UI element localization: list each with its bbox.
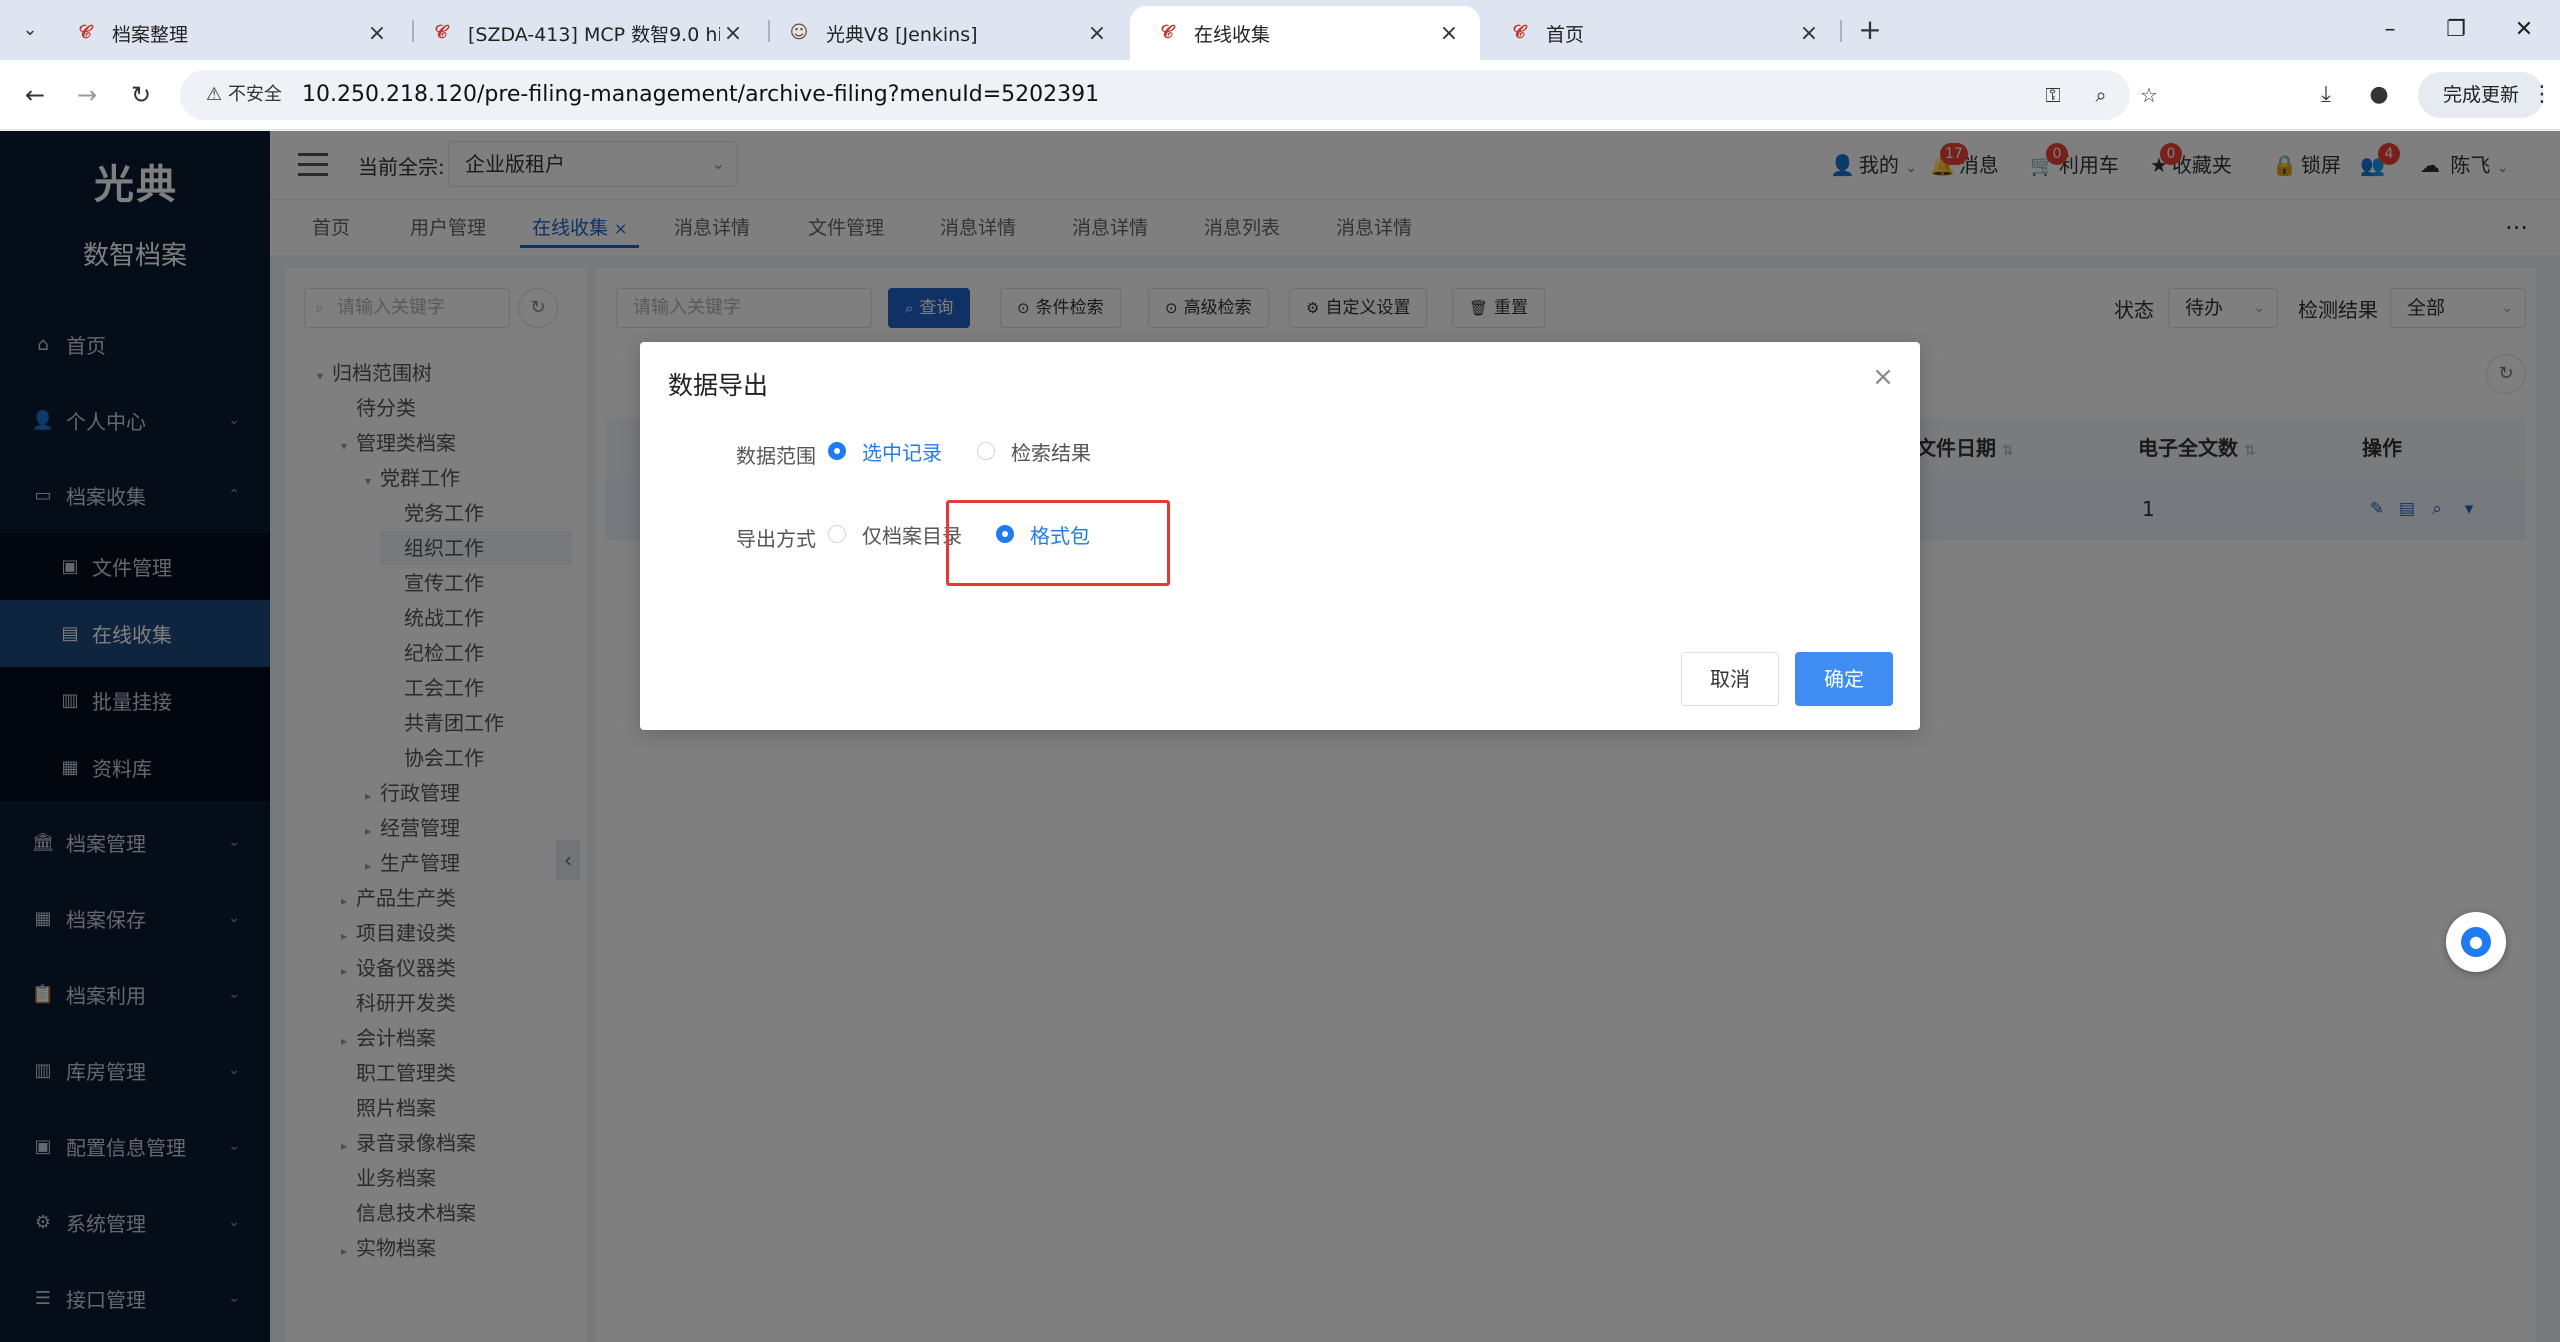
close-icon[interactable]: ×: [1868, 362, 1898, 392]
url-text[interactable]: 10.250.218.120/pre-filing-management/arc…: [302, 80, 1099, 110]
radio-dot: [828, 442, 846, 460]
security-label: 不安全: [227, 84, 282, 105]
data-range-label: 数据范围: [736, 444, 816, 468]
forward-arrow-icon[interactable]: →: [68, 76, 106, 114]
radio-dot: [828, 525, 846, 543]
reload-icon[interactable]: ↻: [122, 76, 160, 114]
guangdian-favicon-icon: 𝒞: [1512, 22, 1526, 43]
browser-tab-4-active[interactable]: 𝒞 在线收集 ×: [1130, 6, 1480, 60]
tab-close-icon[interactable]: ×: [1084, 21, 1110, 46]
browser-menu-icon[interactable]: ⋮: [2530, 78, 2554, 112]
tab-title: 在线收集: [1194, 23, 1271, 46]
restore-icon[interactable]: ❐: [2436, 12, 2476, 48]
modal-overlay[interactable]: [0, 131, 2560, 1342]
tab-search-chevron-icon[interactable]: ⌄: [18, 18, 42, 42]
tab-title: 首页: [1546, 23, 1585, 46]
guangdian-favicon-icon: 𝒞: [78, 22, 92, 43]
tab-title: [SZDA-413] MCP 数智9.0 hibi: [468, 23, 720, 46]
tab-close-icon[interactable]: ×: [720, 21, 746, 46]
tab-title: 档案整理: [112, 23, 189, 46]
cancel-button[interactable]: 取消: [1681, 652, 1779, 706]
tab-title: 光典V8 [Jenkins]: [826, 23, 978, 46]
minimize-icon[interactable]: –: [2370, 12, 2410, 48]
floating-assistant-button[interactable]: ●: [2446, 912, 2506, 972]
tab-close-icon[interactable]: ×: [1796, 21, 1822, 46]
radio-dot: [977, 442, 995, 460]
browser-update-button[interactable]: 完成更新: [2418, 72, 2544, 118]
export-method-label: 导出方式: [736, 527, 816, 551]
profile-avatar-icon[interactable]: ●: [2362, 78, 2396, 112]
new-tab-plus-icon[interactable]: +: [1852, 12, 1888, 48]
browser-address-bar: ← → ↻ ⚠ 不安全 10.250.218.120/pre-filing-ma…: [0, 60, 2560, 130]
warning-triangle-icon: ⚠: [206, 84, 223, 105]
browser-tab-3[interactable]: ☺ 光典V8 [Jenkins] ×: [762, 6, 1128, 60]
url-omnibox[interactable]: ⚠ 不安全 10.250.218.120/pre-filing-manageme…: [180, 70, 2158, 120]
radio-selected-records[interactable]: 选中记录: [828, 436, 942, 466]
browser-tab-5[interactable]: 𝒞 首页 ×: [1482, 6, 1840, 60]
guangdian-favicon-icon: 𝒞: [1160, 22, 1174, 43]
radio-label: 选中记录: [862, 440, 942, 465]
guangdian-favicon-icon: 𝒞: [434, 22, 448, 43]
zoom-icon[interactable]: ⌕: [2086, 80, 2116, 110]
security-warning-chip[interactable]: ⚠ 不安全: [194, 81, 294, 109]
radio-catalog-only[interactable]: 仅档案目录: [828, 519, 962, 549]
tab-separator: [1840, 20, 1842, 42]
tab-close-icon[interactable]: ×: [364, 21, 390, 46]
download-icon[interactable]: ⤓: [2309, 78, 2343, 112]
confirm-button[interactable]: 确定: [1795, 652, 1893, 706]
browser-tab-1[interactable]: 𝒞 档案整理 ×: [48, 6, 408, 60]
radio-search-results[interactable]: 检索结果: [977, 436, 1091, 466]
browser-tab-2[interactable]: 𝒞 [SZDA-413] MCP 数智9.0 hibi ×: [404, 6, 764, 60]
jenkins-favicon-icon: ☺: [789, 22, 809, 43]
dialog-title: 数据导出: [668, 371, 769, 400]
tab-close-icon[interactable]: ×: [1436, 21, 1462, 46]
radio-label: 检索结果: [1011, 440, 1091, 465]
close-window-icon[interactable]: ✕: [2504, 12, 2544, 48]
annotation-highlight-box: [946, 500, 1170, 586]
back-arrow-icon[interactable]: ←: [16, 76, 54, 114]
data-export-dialog: 数据导出 × 数据范围 选中记录 检索结果 导出方式 仅档案目录 格式包 取消 …: [640, 342, 1920, 730]
bookmark-star-icon[interactable]: ☆: [2134, 80, 2164, 110]
password-key-icon[interactable]: ⚿: [2038, 80, 2068, 110]
chat-bubble-icon: ●: [2461, 927, 2491, 957]
browser-tab-bar: ⌄ 𝒞 档案整理 × 𝒞 [SZDA-413] MCP 数智9.0 hibi ×…: [0, 0, 2560, 60]
